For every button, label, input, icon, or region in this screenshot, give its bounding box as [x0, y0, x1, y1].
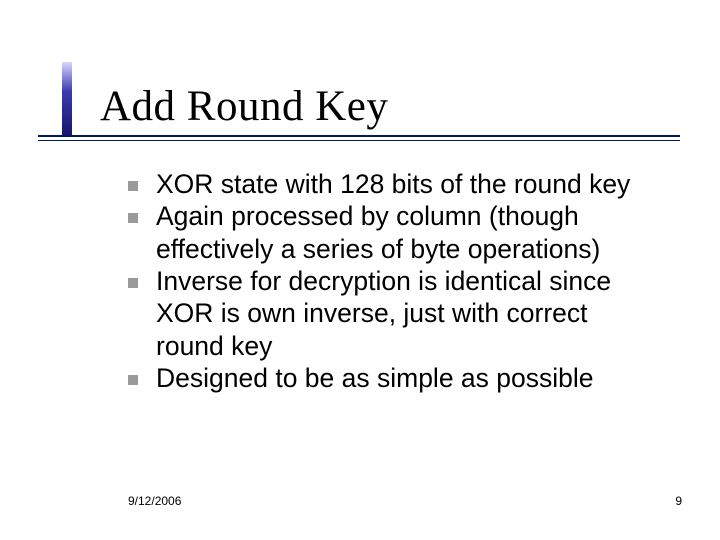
list-item: Again processed by column (though effect…: [128, 200, 660, 265]
list-item: Designed to be as simple as possible: [128, 362, 660, 394]
slide-title: Add Round Key: [100, 82, 680, 131]
bullet-text: Designed to be as simple as possible: [156, 362, 594, 394]
list-item: XOR state with 128 bits of the round key: [128, 168, 660, 200]
square-bullet-icon: [128, 213, 138, 223]
bullet-text: XOR state with 128 bits of the round key: [156, 168, 630, 200]
bullet-text: Inverse for decryption is identical sinc…: [156, 265, 660, 362]
slide: Add Round Key XOR state with 128 bits of…: [0, 0, 720, 540]
title-accent-bar: [62, 62, 72, 136]
square-bullet-icon: [128, 375, 138, 385]
content-area: XOR state with 128 bits of the round key…: [128, 168, 660, 394]
title-rule-thick: [38, 135, 680, 137]
list-item: Inverse for decryption is identical sinc…: [128, 265, 660, 362]
square-bullet-icon: [128, 278, 138, 288]
title-container: Add Round Key: [100, 82, 680, 131]
bullet-text: Again processed by column (though effect…: [156, 200, 660, 265]
footer-date: 9/12/2006: [128, 494, 181, 508]
square-bullet-icon: [128, 181, 138, 191]
footer-page-number: 9: [675, 494, 682, 508]
title-rule-thin: [38, 140, 680, 141]
